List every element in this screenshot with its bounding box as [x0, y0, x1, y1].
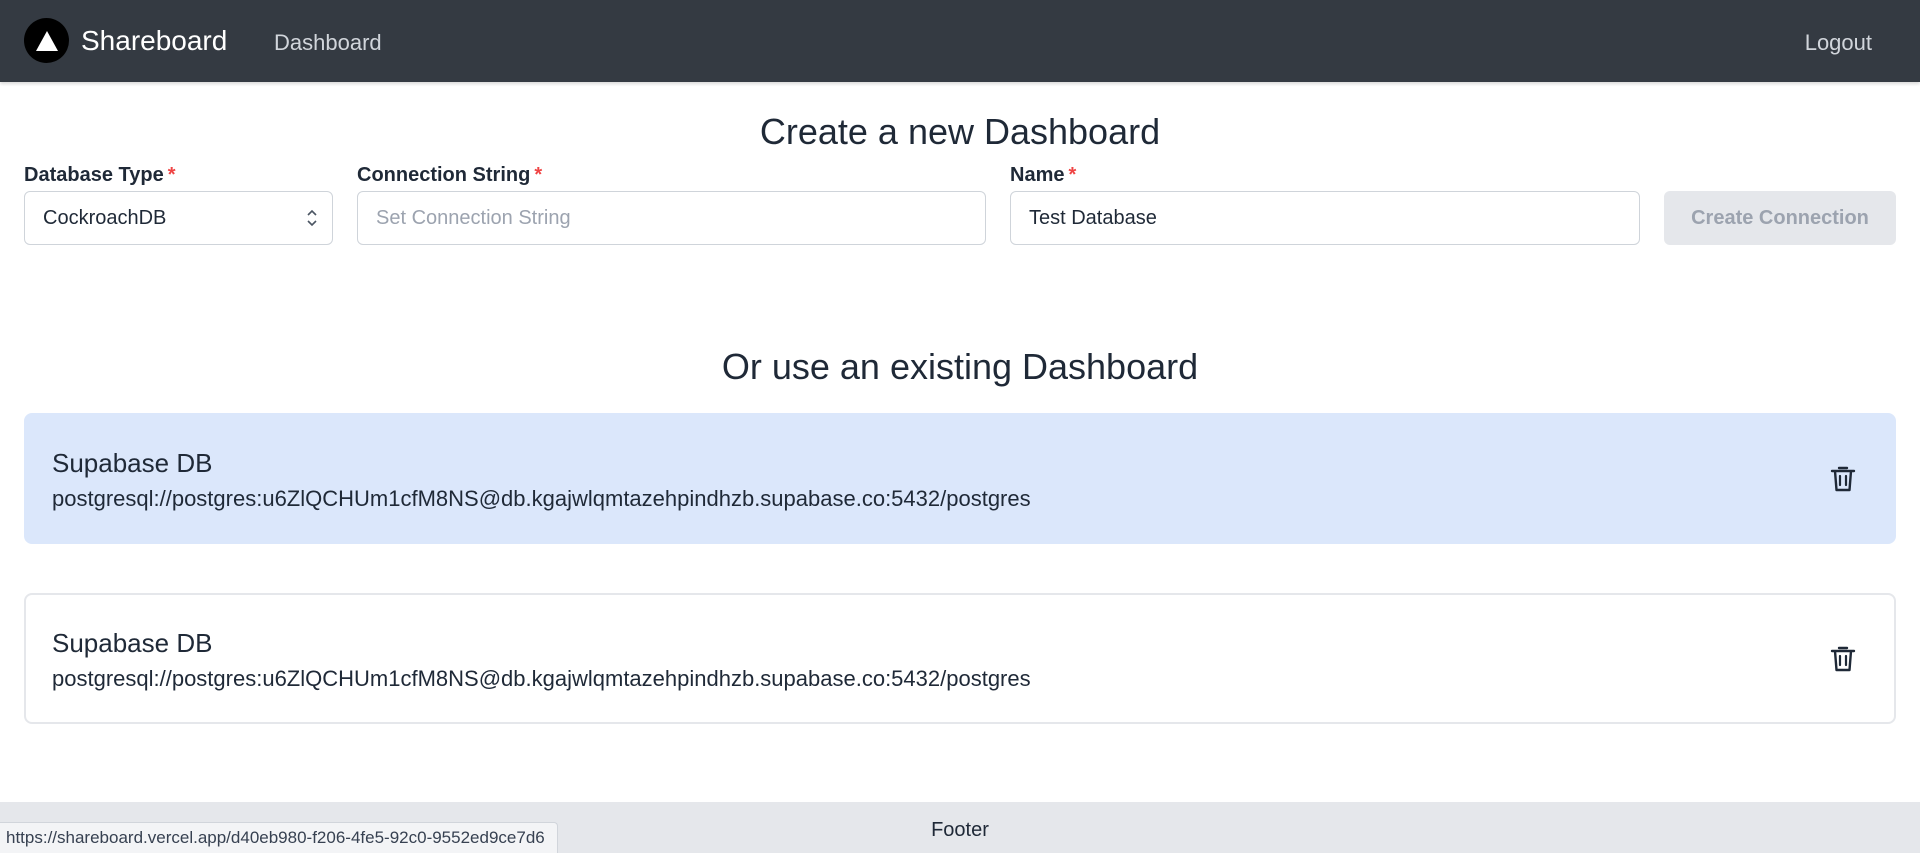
- name-input[interactable]: Test Database: [1010, 191, 1640, 245]
- brand-name[interactable]: Shareboard: [81, 24, 227, 58]
- dashboard-card[interactable]: Supabase DB postgresql://postgres:u6ZlQC…: [24, 413, 1896, 544]
- required-mark: *: [1068, 164, 1077, 186]
- browser-status-url: https://shareboard.vercel.app/d40eb980-f…: [0, 822, 558, 853]
- trash-icon[interactable]: [1830, 465, 1856, 493]
- database-type-label-text: Database Type: [24, 164, 164, 186]
- name-label: Name *: [1010, 162, 1076, 188]
- nav-link-dashboard[interactable]: Dashboard: [274, 29, 382, 57]
- logout-link[interactable]: Logout: [1805, 29, 1872, 57]
- dashboard-connection-string: postgresql://postgres:u6ZlQCHUm1cfM8NS@d…: [52, 666, 1031, 691]
- existing-section-title: Or use an existing Dashboard: [721, 346, 1199, 387]
- dashboard-card[interactable]: Supabase DB postgresql://postgres:u6ZlQC…: [24, 593, 1896, 724]
- database-type-value: CockroachDB: [43, 207, 167, 229]
- dashboard-connection-string: postgresql://postgres:u6ZlQCHUm1cfM8NS@d…: [52, 486, 1031, 511]
- database-type-label: Database Type *: [24, 162, 175, 188]
- connection-string-input[interactable]: Set Connection String: [357, 191, 986, 245]
- connection-string-label-text: Connection String: [357, 164, 531, 186]
- triangle-logo-icon[interactable]: [24, 18, 69, 63]
- trash-icon[interactable]: [1830, 645, 1856, 673]
- connection-string-label: Connection String *: [357, 162, 542, 188]
- database-type-select[interactable]: CockroachDB: [24, 191, 333, 245]
- select-chevrons-icon: [307, 209, 317, 227]
- dashboard-name: Supabase DB: [52, 448, 213, 478]
- create-section-title: Create a new Dashboard: [759, 111, 1161, 152]
- name-label-text: Name: [1010, 164, 1065, 186]
- create-connection-button[interactable]: Create Connection: [1664, 191, 1896, 245]
- top-navbar: Shareboard Dashboard Logout: [0, 0, 1920, 82]
- dashboard-name: Supabase DB: [52, 628, 213, 658]
- required-mark: *: [534, 164, 543, 186]
- required-mark: *: [167, 164, 176, 186]
